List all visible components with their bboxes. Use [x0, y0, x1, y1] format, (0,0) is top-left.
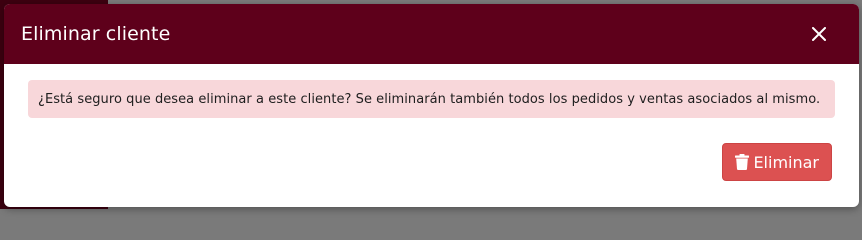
- modal-body: ¿Está seguro que desea eliminar a este c…: [4, 64, 859, 118]
- close-button[interactable]: [809, 24, 829, 44]
- delete-button[interactable]: Eliminar: [722, 143, 832, 181]
- close-icon: [812, 27, 826, 41]
- warning-message: ¿Está seguro que desea eliminar a este c…: [38, 91, 821, 107]
- warning-alert: ¿Está seguro que desea eliminar a este c…: [28, 80, 835, 118]
- modal-footer: Eliminar: [722, 143, 832, 181]
- modal-header: Eliminar cliente: [4, 4, 859, 64]
- trash-icon: [735, 154, 750, 170]
- modal-title: Eliminar cliente: [21, 23, 171, 45]
- delete-client-modal: Eliminar cliente ¿Está seguro que desea …: [4, 4, 859, 207]
- delete-button-label: Eliminar: [753, 152, 819, 172]
